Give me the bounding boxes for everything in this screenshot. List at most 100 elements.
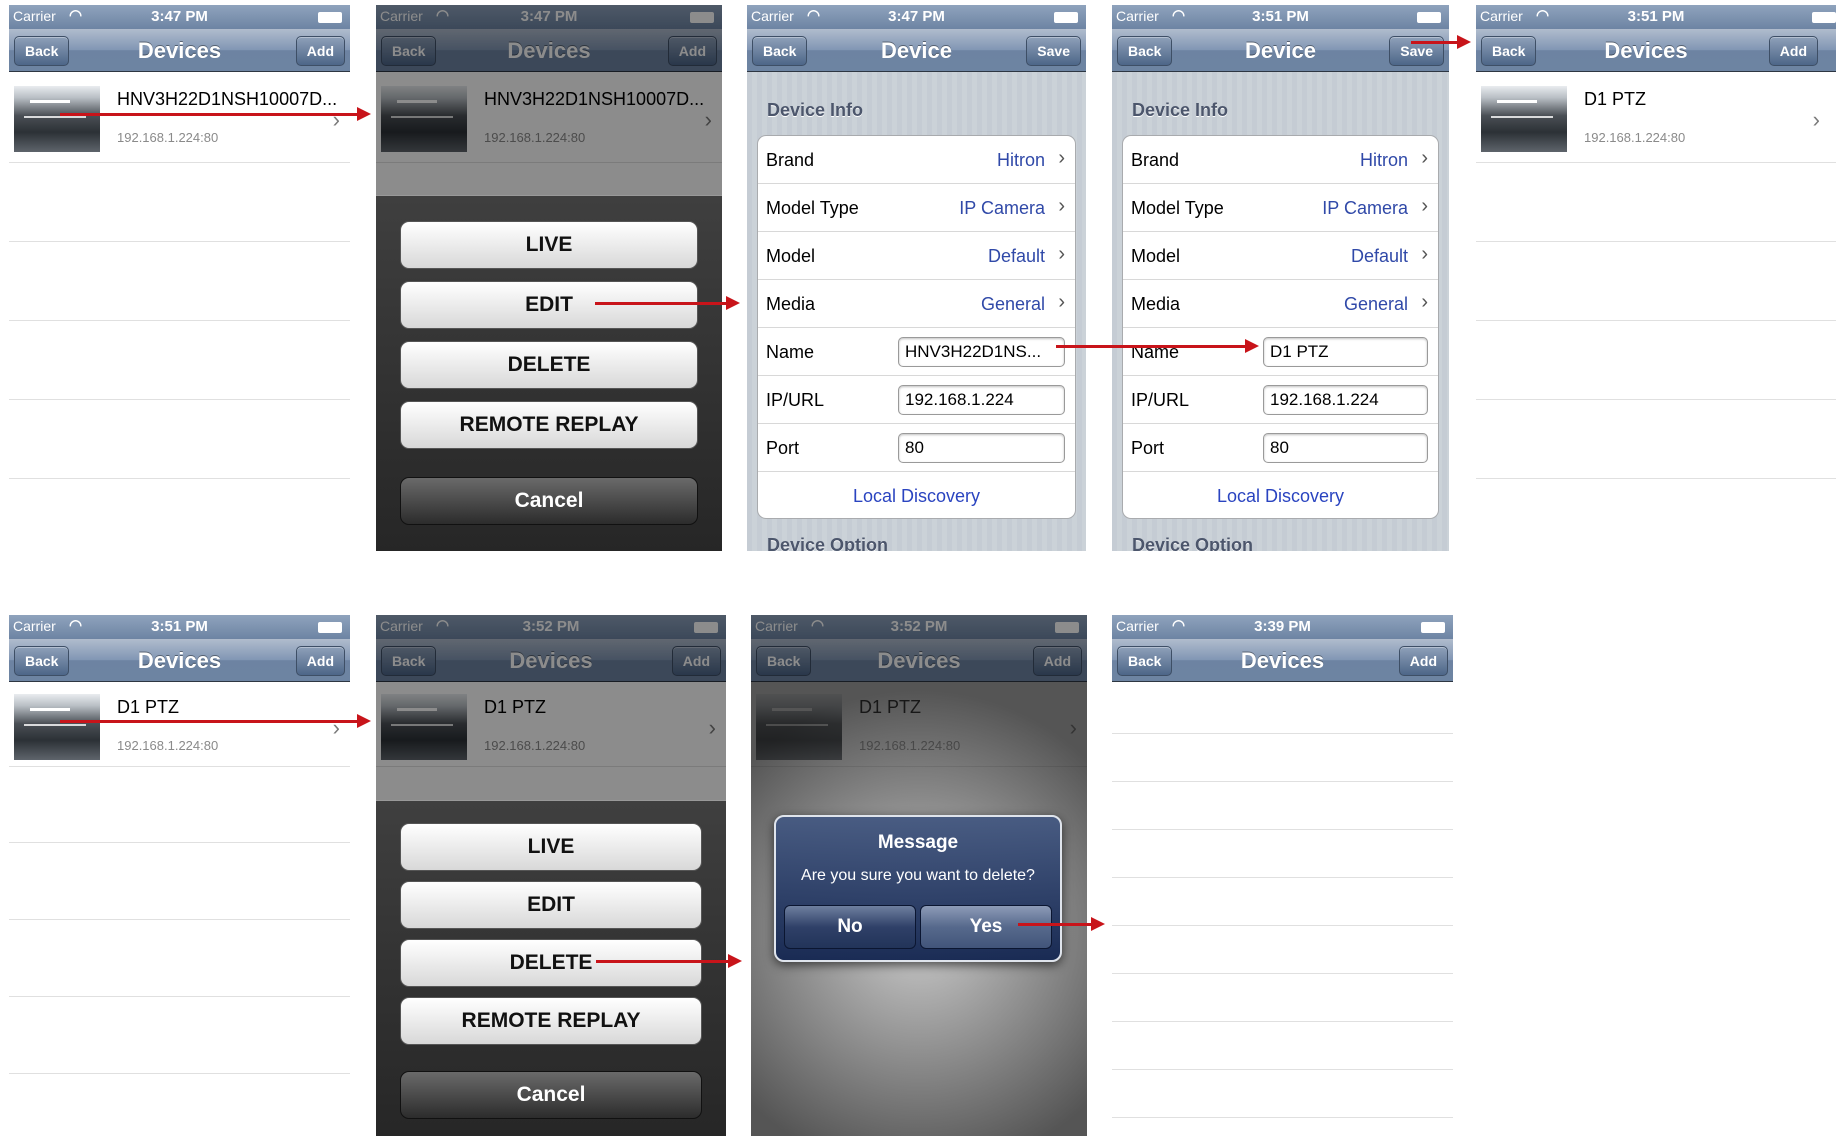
status-bar: Carrier ◠ 3:39 PM	[1112, 615, 1453, 639]
ip-cell: IP/URL 192.168.1.224	[1123, 376, 1438, 424]
status-time: 3:51 PM	[1252, 8, 1309, 25]
model-type-label: Model Type	[766, 198, 859, 218]
edit-button[interactable]: EDIT	[400, 281, 698, 329]
screen-action-sheet-2: Carrier ◠ 3:52 PM Back Devices Add D1 PT…	[376, 615, 726, 1136]
edit-button[interactable]: EDIT	[400, 881, 702, 929]
status-time: 3:47 PM	[888, 8, 945, 25]
model-cell[interactable]: Model Default ›	[1123, 232, 1438, 280]
status-bar: Carrier ◠ 3:51 PM	[1476, 5, 1836, 29]
status-bar: Carrier ◠ 3:51 PM	[1112, 5, 1449, 29]
device-row[interactable]: HNV3H22D1NSH10007D... 192.168.1.224:80 ›	[9, 82, 350, 163]
ip-input[interactable]: 192.168.1.224	[1263, 385, 1428, 415]
flow-arrow	[1018, 917, 1105, 931]
device-name: HNV3H22D1NSH10007D...	[484, 89, 705, 109]
screen-device-edit-before: Carrier ◠ 3:47 PM Back Device Save Devic…	[747, 5, 1086, 551]
cancel-button[interactable]: Cancel	[400, 477, 698, 525]
name-input[interactable]: HNV3H22D1NS...	[898, 337, 1065, 367]
ip-input[interactable]: 192.168.1.224	[898, 385, 1065, 415]
brand-value: Hitron	[996, 150, 1045, 170]
chevron-right-icon: ›	[1058, 195, 1065, 217]
live-button[interactable]: LIVE	[400, 823, 702, 871]
media-cell[interactable]: Media General ›	[1123, 280, 1438, 328]
device-address: 192.168.1.224:80	[1584, 130, 1686, 145]
device-name: D1 PTZ	[1584, 89, 1647, 109]
add-button[interactable]: Add	[671, 646, 721, 676]
model-type-value: IP Camera	[1322, 198, 1408, 218]
device-row[interactable]: D1 PTZ 192.168.1.224:80 ›	[9, 690, 350, 767]
screen-devices-renamed: Carrier ◠ 3:51 PM Back Devices Add D1 PT…	[1476, 5, 1836, 551]
screen-action-sheet-1: Carrier ◠ 3:47 PM Back Devices Add HNV3H…	[376, 5, 722, 551]
remote-replay-button[interactable]: REMOTE REPLAY	[400, 997, 702, 1045]
model-value: Default	[1350, 246, 1408, 266]
media-cell[interactable]: Media General ›	[758, 280, 1075, 328]
status-time: 3:47 PM	[151, 8, 208, 25]
nav-bar: Back Devices Add	[751, 639, 1087, 682]
cancel-button[interactable]: Cancel	[400, 1071, 702, 1119]
screen-devices-list-1: Carrier ◠ 3:47 PM Back Devices Add HNV3H…	[9, 5, 350, 551]
no-button[interactable]: No	[784, 905, 916, 949]
brand-label: Brand	[766, 150, 815, 170]
device-name: D1 PTZ	[484, 697, 547, 717]
status-time: 3:51 PM	[151, 618, 208, 635]
brand-label: Brand	[1131, 150, 1180, 170]
battery-icon	[318, 12, 342, 23]
device-row[interactable]: HNV3H22D1NSH10007D... 192.168.1.224:80 ›	[376, 82, 722, 163]
battery-icon	[1417, 12, 1441, 23]
device-info-group: Brand Hitron › Model Type IP Camera › Mo…	[1122, 135, 1439, 519]
camera-thumbnail	[381, 694, 467, 760]
add-button[interactable]: Add	[1032, 646, 1082, 676]
chevron-right-icon: ›	[1421, 147, 1428, 169]
flow-arrow	[1411, 35, 1471, 49]
battery-icon	[318, 622, 342, 633]
brand-value: Hitron	[1359, 150, 1408, 170]
delete-alert: Message Are you sure you want to delete?…	[774, 815, 1062, 962]
ip-label: IP/URL	[1131, 390, 1190, 410]
device-address: 192.168.1.224:80	[484, 738, 586, 753]
battery-icon	[1812, 12, 1836, 23]
local-discovery-cell[interactable]: Local Discovery	[1123, 472, 1438, 518]
yes-button[interactable]: Yes	[920, 905, 1052, 949]
save-button[interactable]: Save	[1026, 36, 1081, 66]
nav-bar: Back Devices Add	[9, 639, 350, 682]
ip-cell: IP/URL 192.168.1.224	[758, 376, 1075, 424]
ip-label: IP/URL	[766, 390, 825, 410]
brand-cell[interactable]: Brand Hitron ›	[1123, 136, 1438, 184]
model-cell[interactable]: Model Default ›	[758, 232, 1075, 280]
nav-bar: Back Devices Add	[9, 29, 350, 72]
add-button[interactable]: Add	[667, 36, 717, 66]
status-time: 3:52 PM	[890, 618, 948, 635]
live-button[interactable]: LIVE	[400, 221, 698, 269]
model-type-cell[interactable]: Model Type IP Camera ›	[1123, 184, 1438, 232]
add-button[interactable]: Add	[295, 36, 345, 66]
remote-replay-button[interactable]: REMOTE REPLAY	[400, 401, 698, 449]
nav-bar: Back Devices Add	[376, 29, 722, 72]
device-info-group: Brand Hitron › Model Type IP Camera › Mo…	[757, 135, 1076, 519]
device-row[interactable]: D1 PTZ 192.168.1.224:80 ›	[1476, 82, 1836, 163]
media-label: Media	[766, 294, 816, 314]
delete-button[interactable]: DELETE	[400, 939, 702, 987]
chevron-right-icon: ›	[332, 107, 340, 132]
local-discovery-cell[interactable]: Local Discovery	[758, 472, 1075, 518]
media-value: General	[980, 294, 1045, 314]
flow-arrow	[596, 954, 742, 968]
section-device-option: Device Option	[1132, 535, 1254, 551]
delete-button[interactable]: DELETE	[400, 341, 698, 389]
nav-bar: Back Device Save	[747, 29, 1086, 72]
add-button[interactable]: Add	[295, 646, 345, 676]
page-title: Devices	[1604, 38, 1688, 63]
port-label: Port	[766, 438, 800, 458]
port-label: Port	[1131, 438, 1165, 458]
screen-devices-empty: Carrier ◠ 3:39 PM Back Devices Add	[1112, 615, 1453, 1136]
name-input[interactable]: D1 PTZ	[1263, 337, 1428, 367]
name-cell: Name HNV3H22D1NS...	[758, 328, 1075, 376]
battery-icon	[1054, 12, 1078, 23]
port-input[interactable]: 80	[1263, 433, 1428, 463]
brand-cell[interactable]: Brand Hitron ›	[758, 136, 1075, 184]
device-row[interactable]: D1 PTZ 192.168.1.224:80 ›	[376, 690, 726, 767]
name-cell: Name D1 PTZ	[1123, 328, 1438, 376]
port-input[interactable]: 80	[898, 433, 1065, 463]
add-button[interactable]: Add	[1768, 36, 1818, 66]
action-sheet: LIVE EDIT DELETE REMOTE REPLAY Cancel	[376, 800, 726, 1136]
add-button[interactable]: Add	[1398, 646, 1448, 676]
model-type-cell[interactable]: Model Type IP Camera ›	[758, 184, 1075, 232]
